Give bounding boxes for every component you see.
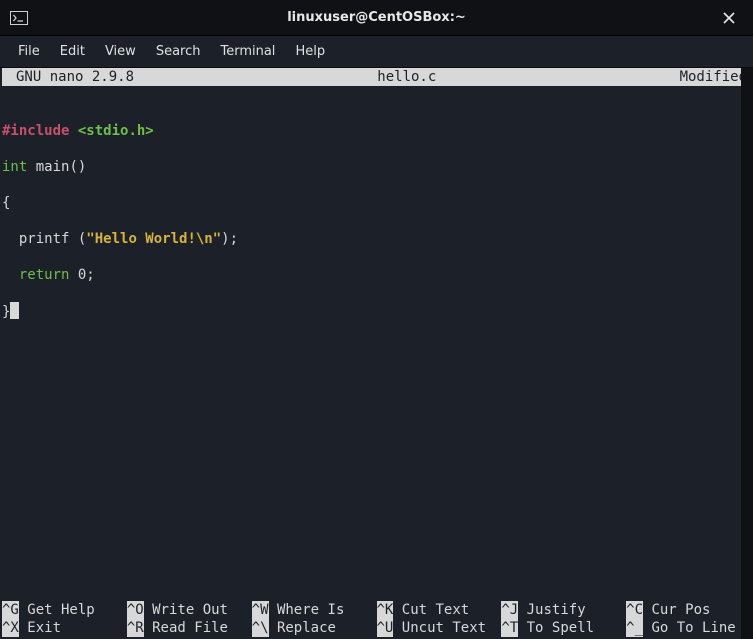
code-return-post: 0; [69, 267, 94, 283]
code-brace-open: { [2, 194, 751, 212]
code-string: "Hello World!\n" [86, 231, 221, 247]
menu-edit[interactable]: Edit [50, 38, 95, 65]
code-printf-pre: printf ( [2, 231, 86, 247]
code-printf-post: ); [221, 231, 238, 247]
shortcut-go-to-line[interactable]: ^_ Go To Line [626, 619, 751, 637]
shortcut-cut-text[interactable]: ^K Cut Text [377, 601, 502, 619]
close-icon[interactable] [715, 4, 743, 32]
code-header: <stdio.h> [78, 123, 154, 139]
code-main: main() [27, 159, 86, 175]
menu-view[interactable]: View [95, 38, 146, 65]
shortcut-to-spell[interactable]: ^T To Spell [501, 619, 626, 637]
cursor [10, 302, 19, 319]
shortcut-exit[interactable]: ^X Exit [2, 619, 127, 637]
menu-file[interactable]: File [8, 38, 50, 65]
code-return: return [19, 267, 70, 283]
shortcut-read-file[interactable]: ^R Read File [127, 619, 252, 637]
shortcut-uncut-text[interactable]: ^U Uncut Text [377, 619, 502, 637]
window-title: linuxuser@CentOSBox:~ [0, 10, 753, 25]
code-include: #include [2, 123, 69, 139]
shortcut-replace[interactable]: ^\ Replace [252, 619, 377, 637]
titlebar: linuxuser@CentOSBox:~ [0, 0, 753, 36]
nano-header: GNU nano 2.9.8 hello.c Modified [2, 68, 751, 86]
shortcut-write-out[interactable]: ^O Write Out [127, 601, 252, 619]
menu-search[interactable]: Search [146, 38, 211, 65]
code-return-pre [2, 267, 19, 283]
shortcut-where-is[interactable]: ^W Where Is [252, 601, 377, 619]
menu-help[interactable]: Help [285, 38, 335, 65]
nano-filename: hello.c [134, 68, 680, 86]
shortcut-cur-pos[interactable]: ^C Cur Pos [626, 601, 751, 619]
terminal-area[interactable]: GNU nano 2.9.8 hello.c Modified #include… [0, 68, 753, 639]
editor-content[interactable]: #include <stdio.h> int main() { printf (… [2, 86, 751, 601]
code-brace-close: } [2, 304, 10, 320]
code-type: int [2, 159, 27, 175]
shortcut-justify[interactable]: ^J Justify [501, 601, 626, 619]
scrollbar[interactable] [741, 68, 753, 639]
shortcut-get-help[interactable]: ^G Get Help [2, 601, 127, 619]
nano-version: GNU nano 2.9.8 [2, 68, 134, 86]
menu-terminal[interactable]: Terminal [210, 38, 285, 65]
nano-shortcut-bar: ^G Get Help ^O Write Out ^W Where Is ^K … [2, 601, 751, 637]
menubar: File Edit View Search Terminal Help [0, 36, 753, 68]
